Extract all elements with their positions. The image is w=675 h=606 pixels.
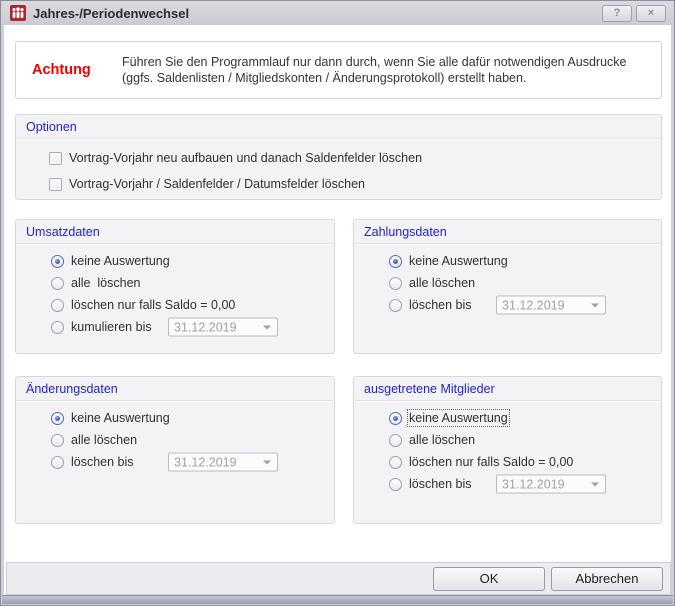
chevron-down-icon bbox=[591, 303, 599, 307]
group-zahlungsdaten-title: Zahlungsdaten bbox=[354, 220, 661, 244]
group-aenderungsdaten-body: keine Auswertung alle löschen löschen bi… bbox=[16, 401, 334, 473]
radio-row-keine-auswertung[interactable]: keine Auswertung bbox=[354, 407, 661, 429]
group-aenderungsdaten-title: Änderungsdaten bbox=[16, 377, 334, 401]
checkbox-label: Vortrag-Vorjahr neu aufbauen und danach … bbox=[69, 151, 422, 165]
radio-label: alle löschen bbox=[71, 433, 137, 447]
radio-label: löschen bis bbox=[409, 477, 472, 491]
group-umsatzdaten-title: Umsatzdaten bbox=[16, 220, 334, 244]
warning-text: Führen Sie den Programmlauf nur dann dur… bbox=[122, 54, 626, 86]
radio-row-loeschen-bis[interactable]: löschen bis 31.12.2019 bbox=[354, 294, 661, 316]
footer-bar: OK Abbrechen bbox=[6, 562, 671, 595]
group-umsatzdaten: Umsatzdaten keine Auswertung alle lösche… bbox=[15, 219, 335, 354]
date-value: 31.12.2019 bbox=[502, 298, 565, 312]
chevron-down-icon bbox=[263, 325, 271, 329]
app-icon bbox=[10, 5, 26, 21]
checkbox-row-vortrag-loeschen[interactable]: Vortrag-Vorjahr / Saldenfelder / Datumsf… bbox=[16, 171, 661, 197]
date-combobox[interactable]: 31.12.2019 bbox=[496, 296, 606, 315]
cancel-button[interactable]: Abbrechen bbox=[551, 567, 663, 591]
checkbox-row-vortrag-neu-aufbauen[interactable]: Vortrag-Vorjahr neu aufbauen und danach … bbox=[16, 145, 661, 171]
radio-label: keine Auswertung bbox=[71, 411, 170, 425]
radio-icon[interactable] bbox=[389, 277, 402, 290]
caption-buttons: ? × bbox=[602, 5, 666, 22]
help-button[interactable]: ? bbox=[602, 5, 632, 22]
radio-label: löschen nur falls Saldo = 0,00 bbox=[71, 298, 235, 312]
radio-icon[interactable] bbox=[389, 299, 402, 312]
radio-row-keine-auswertung[interactable]: keine Auswertung bbox=[16, 250, 334, 272]
close-button[interactable]: × bbox=[636, 5, 666, 22]
radio-label: kumulieren bis bbox=[71, 320, 152, 334]
group-zahlungsdaten-body: keine Auswertung alle löschen löschen bi… bbox=[354, 244, 661, 316]
radio-icon[interactable] bbox=[51, 456, 64, 469]
radio-label: keine Auswertung bbox=[71, 254, 170, 268]
radio-selected-icon[interactable] bbox=[389, 255, 402, 268]
radio-row-loeschen-falls-saldo[interactable]: löschen nur falls Saldo = 0,00 bbox=[16, 294, 334, 316]
radio-selected-icon[interactable] bbox=[51, 255, 64, 268]
radio-row-alle-loeschen[interactable]: alle löschen bbox=[354, 429, 661, 451]
date-combobox[interactable]: 31.12.2019 bbox=[168, 318, 278, 337]
warning-box: Achtung Führen Sie den Programmlauf nur … bbox=[15, 41, 662, 99]
radio-icon[interactable] bbox=[51, 321, 64, 334]
radio-selected-icon[interactable] bbox=[389, 412, 402, 425]
warning-line-1: Führen Sie den Programmlauf nur dann dur… bbox=[122, 54, 626, 70]
warning-label: Achtung bbox=[32, 62, 122, 78]
radio-label: löschen bis bbox=[71, 455, 134, 469]
radio-icon[interactable] bbox=[389, 456, 402, 469]
checkbox-icon[interactable] bbox=[49, 152, 62, 165]
date-value: 31.12.2019 bbox=[502, 477, 565, 491]
chevron-down-icon bbox=[263, 460, 271, 464]
radio-label: alle löschen bbox=[409, 433, 475, 447]
window-title: Jahres-/Periodenwechsel bbox=[33, 6, 189, 21]
radio-row-keine-auswertung[interactable]: keine Auswertung bbox=[354, 250, 661, 272]
radio-icon[interactable] bbox=[51, 277, 64, 290]
group-optionen: Optionen Vortrag-Vorjahr neu aufbauen un… bbox=[15, 114, 662, 200]
radio-row-loeschen-bis[interactable]: löschen bis 31.12.2019 bbox=[354, 473, 661, 495]
group-zahlungsdaten: Zahlungsdaten keine Auswertung alle lösc… bbox=[353, 219, 662, 354]
chevron-down-icon bbox=[591, 482, 599, 486]
radio-row-loeschen-bis[interactable]: löschen bis 31.12.2019 bbox=[16, 451, 334, 473]
radio-selected-icon[interactable] bbox=[51, 412, 64, 425]
group-ausgetretene-mitglieder: ausgetretene Mitglieder keine Auswertung… bbox=[353, 376, 662, 524]
ok-button[interactable]: OK bbox=[433, 567, 545, 591]
group-aenderungsdaten: Änderungsdaten keine Auswertung alle lös… bbox=[15, 376, 335, 524]
radio-icon[interactable] bbox=[389, 434, 402, 447]
radio-label: löschen bis bbox=[409, 298, 472, 312]
radio-label-focused: keine Auswertung bbox=[409, 411, 508, 425]
radio-row-kumulieren-bis[interactable]: kumulieren bis 31.12.2019 bbox=[16, 316, 334, 338]
group-ausgetretene-mitglieder-body: keine Auswertung alle löschen löschen nu… bbox=[354, 401, 661, 495]
date-value: 31.12.2019 bbox=[174, 455, 237, 469]
date-value: 31.12.2019 bbox=[174, 320, 237, 334]
titlebar: Jahres-/Periodenwechsel ? × bbox=[2, 1, 673, 25]
radio-row-alle-loeschen[interactable]: alle löschen bbox=[16, 272, 334, 294]
date-combobox[interactable]: 31.12.2019 bbox=[168, 453, 278, 472]
group-optionen-title: Optionen bbox=[16, 115, 661, 139]
checkbox-icon[interactable] bbox=[49, 178, 62, 191]
radio-row-alle-loeschen[interactable]: alle löschen bbox=[16, 429, 334, 451]
group-ausgetretene-mitglieder-title: ausgetretene Mitglieder bbox=[354, 377, 661, 401]
warning-line-2: (ggfs. Saldenlisten / Mitgliedskonten / … bbox=[122, 70, 626, 86]
radio-icon[interactable] bbox=[51, 299, 64, 312]
radio-row-loeschen-falls-saldo[interactable]: löschen nur falls Saldo = 0,00 bbox=[354, 451, 661, 473]
group-optionen-body: Vortrag-Vorjahr neu aufbauen und danach … bbox=[16, 139, 661, 197]
radio-row-alle-loeschen[interactable]: alle löschen bbox=[354, 272, 661, 294]
radio-icon[interactable] bbox=[51, 434, 64, 447]
group-umsatzdaten-body: keine Auswertung alle löschen löschen nu… bbox=[16, 244, 334, 338]
checkbox-label: Vortrag-Vorjahr / Saldenfelder / Datumsf… bbox=[69, 177, 365, 191]
radio-label: alle löschen bbox=[71, 276, 141, 290]
date-combobox[interactable]: 31.12.2019 bbox=[496, 475, 606, 494]
radio-label: löschen nur falls Saldo = 0,00 bbox=[409, 455, 573, 469]
radio-icon[interactable] bbox=[389, 478, 402, 491]
window-bottom-edge bbox=[2, 595, 673, 604]
dialog-window: Jahres-/Periodenwechsel ? × Achtung Führ… bbox=[0, 0, 675, 606]
radio-row-keine-auswertung[interactable]: keine Auswertung bbox=[16, 407, 334, 429]
radio-label: alle löschen bbox=[409, 276, 475, 290]
radio-label: keine Auswertung bbox=[409, 254, 508, 268]
